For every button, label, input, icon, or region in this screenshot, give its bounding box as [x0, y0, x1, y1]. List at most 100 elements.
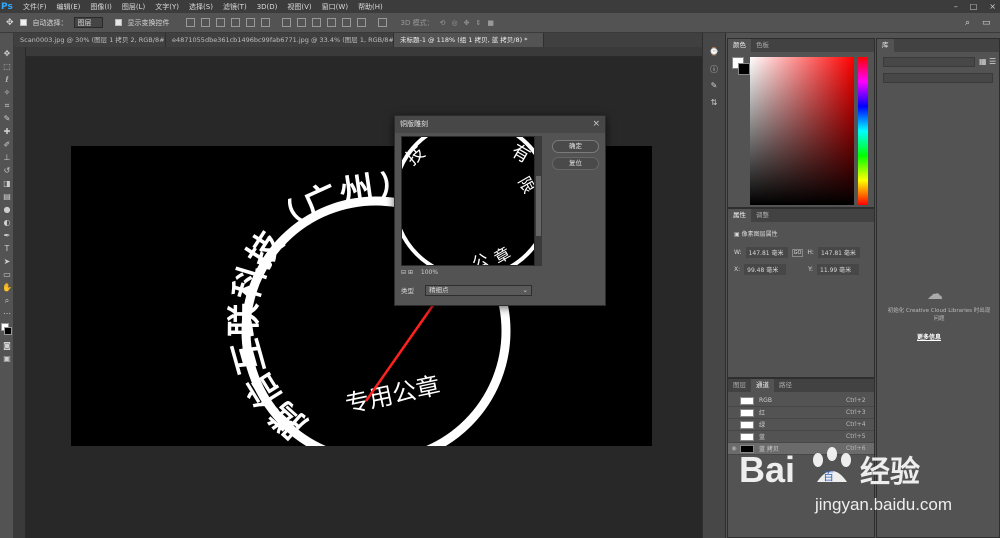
type-tool-icon[interactable]: T	[1, 243, 13, 255]
auto-align-icon[interactable]	[377, 18, 387, 27]
color-swatches[interactable]	[0, 321, 13, 339]
align-right-icon[interactable]	[260, 18, 270, 27]
align-middle-icon[interactable]	[200, 18, 210, 27]
quick-mask-icon[interactable]: ◙	[1, 340, 13, 352]
brush-panel-icon[interactable]: ✎	[708, 81, 720, 92]
align-center-icon[interactable]	[245, 18, 255, 27]
tab-layers[interactable]: 图层	[728, 379, 751, 392]
search-icon[interactable]: ⌕	[965, 18, 970, 28]
distribute-bottom-icon[interactable]	[311, 18, 321, 27]
menu-type[interactable]: 文字(Y)	[155, 2, 179, 12]
3d-slide-icon[interactable]: ⇕	[475, 19, 481, 27]
show-transform-checkbox[interactable]	[114, 19, 122, 26]
tab-channels[interactable]: 通道	[751, 379, 774, 392]
menu-image[interactable]: 图像(I)	[90, 2, 112, 12]
3d-roll-icon[interactable]: ◎	[452, 19, 458, 27]
tab-adjustments[interactable]: 调整	[751, 209, 774, 222]
magic-wand-icon[interactable]: ✧	[1, 87, 13, 99]
w-value[interactable]: 147.81 毫米	[745, 247, 788, 258]
3d-rotate-icon[interactable]: ⟲	[440, 19, 446, 27]
link-proportions-icon[interactable]: GO	[791, 248, 804, 257]
channel-row[interactable]: 绿 Ctrl+4	[728, 419, 874, 431]
adjust-panel-icon[interactable]: ⇅	[708, 98, 720, 109]
move-tool-icon[interactable]: ✥	[6, 18, 14, 28]
tab-swatches[interactable]: 色板	[751, 39, 774, 52]
zoom-in-button[interactable]: ⊞	[408, 269, 413, 276]
path-selection-icon[interactable]: ➤	[1, 256, 13, 268]
channel-row[interactable]: RGB Ctrl+2	[728, 395, 874, 407]
close-button[interactable]: ×	[989, 0, 996, 13]
dialog-close-icon[interactable]: ×	[592, 119, 600, 129]
menu-file[interactable]: 文件(F)	[23, 2, 47, 12]
auto-select-target-dropdown[interactable]: 图层	[73, 17, 103, 28]
history-brush-icon[interactable]: ↺	[1, 165, 13, 177]
3d-scale-icon[interactable]: ■	[487, 19, 494, 27]
align-top-icon[interactable]	[185, 18, 195, 27]
tab-paths[interactable]: 路径	[774, 379, 797, 392]
hue-slider[interactable]	[858, 57, 868, 205]
doc-tab-active[interactable]: 未标题-1 @ 118% (组 1 拷贝, 蓝 拷贝/8) *	[394, 33, 544, 47]
dodge-tool-icon[interactable]: ◐	[1, 217, 13, 229]
pen-tool-icon[interactable]: ✒	[1, 230, 13, 242]
zoom-tool-icon[interactable]: ⌕	[1, 295, 13, 307]
hand-tool-icon[interactable]: ✋	[1, 282, 13, 294]
color-field[interactable]	[750, 57, 854, 205]
grid-view-icon[interactable]: ▦	[979, 57, 987, 66]
h-value[interactable]: 147.81 毫米	[817, 247, 860, 258]
marquee-tool-icon[interactable]: ⬚	[1, 61, 13, 73]
screen-mode-icon[interactable]: ▣	[1, 353, 13, 365]
distribute-top-icon[interactable]	[281, 18, 291, 27]
more-info-link[interactable]: 更多信息	[917, 332, 941, 341]
auto-select-checkbox[interactable]	[19, 19, 27, 26]
distribute-left-icon[interactable]	[326, 18, 336, 27]
3d-pan-icon[interactable]: ✥	[464, 19, 470, 27]
distribute-right-icon[interactable]	[356, 18, 366, 27]
distribute-middle-icon[interactable]	[296, 18, 306, 27]
menu-layer[interactable]: 图层(L)	[122, 2, 145, 12]
healing-brush-icon[interactable]: ✚	[1, 126, 13, 138]
menu-help[interactable]: 帮助(H)	[358, 2, 383, 12]
tab-color[interactable]: 颜色	[728, 39, 751, 52]
gradient-tool-icon[interactable]: ▤	[1, 191, 13, 203]
menu-select[interactable]: 选择(S)	[189, 2, 213, 12]
blur-tool-icon[interactable]: ●	[1, 204, 13, 216]
background-swatch[interactable]	[738, 63, 750, 75]
zoom-out-button[interactable]: ⊟	[401, 269, 406, 276]
distribute-center-icon[interactable]	[341, 18, 351, 27]
lasso-tool-icon[interactable]: ℓ	[1, 74, 13, 86]
move-tool-icon[interactable]: ✥	[1, 48, 13, 60]
ok-button[interactable]: 确定	[552, 140, 599, 153]
tab-properties[interactable]: 属性	[728, 209, 751, 222]
align-bottom-icon[interactable]	[215, 18, 225, 27]
eyedropper-icon[interactable]: ✎	[1, 113, 13, 125]
workspace-icon[interactable]: ▭	[982, 18, 991, 28]
more-tools-icon[interactable]: ⋯	[1, 308, 13, 320]
brush-tool-icon[interactable]: ✐	[1, 139, 13, 151]
doc-tab[interactable]: e4871055dbe361cb1496bc99fab6771.jpg @ 33…	[166, 33, 394, 47]
channel-row[interactable]: 红 Ctrl+3	[728, 407, 874, 419]
menu-edit[interactable]: 编辑(E)	[57, 2, 81, 12]
eraser-icon[interactable]: ◨	[1, 178, 13, 190]
library-dropdown[interactable]	[883, 57, 975, 67]
y-value[interactable]: 11.99 毫米	[817, 264, 860, 275]
menu-filter[interactable]: 滤镜(T)	[223, 2, 247, 12]
menu-window[interactable]: 窗口(W)	[322, 2, 348, 12]
history-panel-icon[interactable]: ⌚	[708, 47, 720, 58]
menu-view[interactable]: 视图(V)	[287, 2, 311, 12]
maximize-button[interactable]: □	[970, 0, 978, 13]
tab-libraries[interactable]: 库	[877, 39, 894, 52]
align-left-icon[interactable]	[230, 18, 240, 27]
doc-tab[interactable]: Scan0003.jpg @ 30% (图层 1 拷贝 2, RGB/8#) *	[14, 33, 166, 47]
menu-3d[interactable]: 3D(D)	[257, 3, 278, 11]
stamp-tool-icon[interactable]: ⊥	[1, 152, 13, 164]
list-view-icon[interactable]: ☰	[989, 57, 996, 66]
type-select[interactable]: 精细点 ⌄	[425, 285, 532, 296]
info-panel-icon[interactable]: ⓘ	[708, 64, 720, 75]
library-search-input[interactable]	[883, 73, 993, 83]
shape-tool-icon[interactable]: ▭	[1, 269, 13, 281]
reset-button[interactable]: 复位	[552, 157, 599, 170]
crop-tool-icon[interactable]: ⌗	[1, 100, 13, 112]
dialog-preview[interactable]: 技 有 限 公 章	[401, 136, 535, 266]
x-value[interactable]: 99.48 毫米	[744, 264, 787, 275]
minimize-button[interactable]: –	[954, 0, 958, 13]
